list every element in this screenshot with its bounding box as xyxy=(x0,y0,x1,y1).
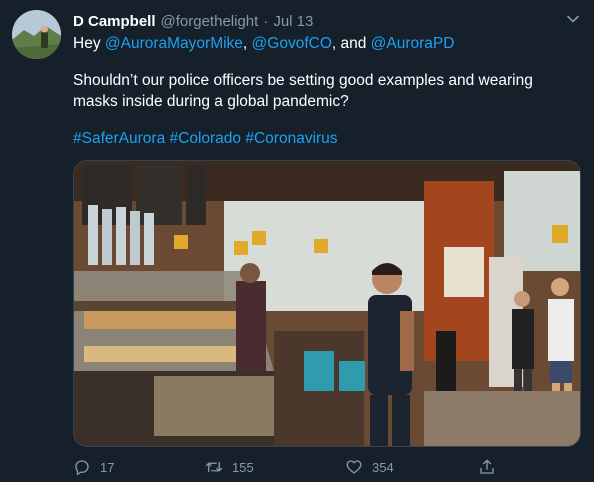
heart-icon xyxy=(346,460,362,474)
hashtag-link[interactable]: #SaferAurora xyxy=(73,130,165,147)
tweet-actions: 17 155 354 xyxy=(73,456,582,478)
hashtag-link[interactable]: #Coronavirus xyxy=(245,130,337,147)
tweet-photo[interactable] xyxy=(73,160,581,447)
timestamp[interactable]: Jul 13 xyxy=(273,13,313,30)
mention-link[interactable]: @AuroraPD xyxy=(371,35,455,52)
tweet-line-mentions: Hey @AuroraMayorMike, @GovofCO, and @Aur… xyxy=(73,33,578,54)
avatar-image xyxy=(12,10,61,59)
reply-button[interactable]: 17 xyxy=(73,456,114,478)
text-separator: , xyxy=(242,35,252,52)
hashtag-link[interactable]: #Colorado xyxy=(170,130,242,147)
display-name[interactable]: D Campbell xyxy=(73,13,156,30)
retweet-button[interactable]: 155 xyxy=(205,456,254,478)
share-icon xyxy=(480,459,494,474)
separator-dot: · xyxy=(263,12,269,30)
share-button[interactable] xyxy=(478,456,505,478)
tweet-line-question: Shouldn’t our police officers be setting… xyxy=(73,72,533,110)
like-count: 354 xyxy=(372,459,394,475)
chevron-down-icon[interactable] xyxy=(566,12,580,26)
user-handle[interactable]: @forgethelight xyxy=(161,13,259,30)
tweet-line-hashtags: #SaferAurora #Colorado #Coronavirus xyxy=(73,128,578,149)
mention-link[interactable]: @AuroraMayorMike xyxy=(105,35,243,52)
coffee-shop-photo xyxy=(74,161,580,446)
text-prefix: Hey xyxy=(73,35,105,52)
retweet-icon xyxy=(205,461,223,473)
tweet-text: Hey @AuroraMayorMike, @GovofCO, and @Aur… xyxy=(73,33,578,149)
retweet-count: 155 xyxy=(232,459,254,475)
tweet-header: D Campbell @forgethelight · Jul 13 xyxy=(73,11,582,31)
reply-icon xyxy=(75,460,89,476)
reply-count: 17 xyxy=(100,459,115,475)
like-button[interactable]: 354 xyxy=(345,456,394,478)
mention-link[interactable]: @GovofCO xyxy=(252,35,332,52)
avatar[interactable] xyxy=(12,10,61,59)
text-separator: , and xyxy=(331,35,371,52)
